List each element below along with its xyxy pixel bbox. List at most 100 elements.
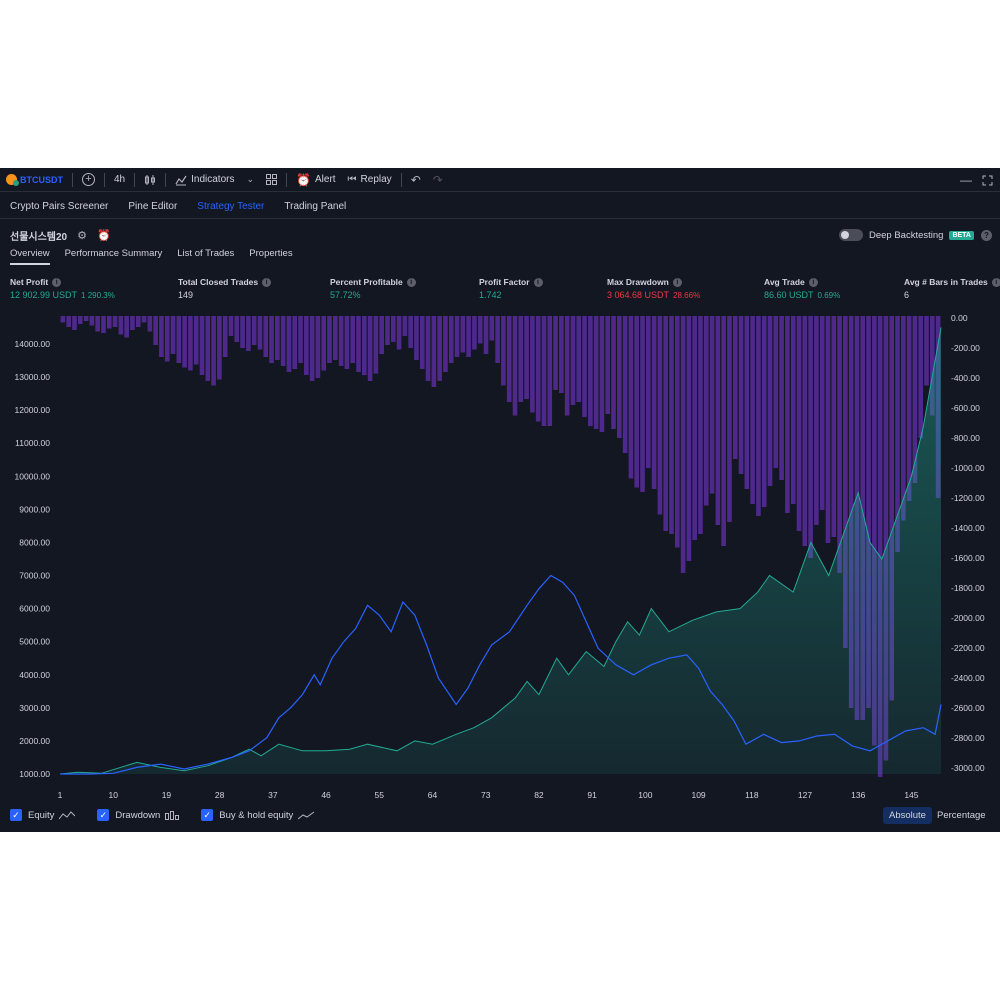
info-icon[interactable]: i <box>991 277 1000 287</box>
drawdown-bar <box>211 316 216 386</box>
drawdown-bar <box>738 316 744 474</box>
drawdown-bar <box>124 316 129 338</box>
info-icon[interactable]: i <box>406 277 416 287</box>
strategy-name: 선물시스템20 <box>10 231 68 243</box>
replay-icon: ⏮ <box>347 174 357 185</box>
drawdown-bar <box>333 316 338 360</box>
drawdown-bar <box>825 316 831 543</box>
x-tick-label: 136 <box>851 790 865 800</box>
info-icon[interactable]: i <box>52 277 62 287</box>
grid-icon <box>266 174 278 185</box>
alert-label: Alert <box>314 174 336 185</box>
equity-chart[interactable]: 14000.0013000.0012000.0011000.0010000.00… <box>0 308 1000 800</box>
symbol-selector[interactable]: BTCUSDT <box>0 168 69 192</box>
drawdown-bar <box>785 316 790 513</box>
alarm-add-icon[interactable]: ⏰ <box>97 229 111 242</box>
drawdown-bar <box>164 316 170 362</box>
tab-crypto-pairs-screener[interactable]: Crypto Pairs Screener <box>0 201 118 212</box>
drawdown-bar <box>304 316 309 375</box>
tab-performance-summary[interactable]: Performance Summary <box>65 248 163 265</box>
drawdown-bar <box>118 316 124 335</box>
chart-type-button[interactable] <box>138 168 162 192</box>
drawdown-bar <box>640 316 645 492</box>
metric-percent: 0.69% <box>817 291 841 300</box>
absolute-button[interactable]: Absolute <box>883 807 932 824</box>
undo-button[interactable]: ↶ <box>405 168 427 192</box>
info-icon[interactable]: i <box>672 277 682 287</box>
tab-overview[interactable]: Overview <box>10 248 50 265</box>
redo-button[interactable]: ↷ <box>427 168 449 192</box>
y-right-tick-label: -1600.00 <box>951 553 985 563</box>
maximize-icon <box>982 175 993 185</box>
drawdown-bar <box>924 316 929 386</box>
x-tick-label: 145 <box>904 790 918 800</box>
tab-pine-editor[interactable]: Pine Editor <box>118 201 187 212</box>
drawdown-bar <box>182 316 187 368</box>
drawdown-bar <box>95 316 100 332</box>
drawdown-bar <box>228 316 234 336</box>
strategy-header: 선물시스템20 ⚙ ⏰ <box>10 227 111 243</box>
x-tick-label: 109 <box>691 790 705 800</box>
metric-percent: 1 290.3% <box>81 291 115 300</box>
drawdown-bar <box>489 316 495 341</box>
help-icon[interactable]: ? <box>981 229 992 241</box>
drawdown-bar <box>414 316 419 360</box>
y-right-tick-label: -600.00 <box>951 403 980 413</box>
drawdown-bar <box>796 316 802 531</box>
info-icon[interactable]: i <box>262 277 272 287</box>
compare-button[interactable]: + <box>76 168 101 192</box>
legend-equity[interactable]: ✓ Equity <box>10 809 76 821</box>
drawdown-bar <box>808 316 813 558</box>
y-right-tick-label: 0.00 <box>951 313 968 323</box>
info-icon[interactable]: i <box>533 277 543 287</box>
drawdown-bar <box>674 316 680 548</box>
drawdown-bar <box>617 316 622 438</box>
metric-value: 12 902.99 USDT <box>10 290 78 300</box>
drawdown-bar <box>692 316 697 540</box>
alert-button[interactable]: ⏰ Alert <box>290 168 342 192</box>
y-left-tick-label: 3000.00 <box>19 703 50 713</box>
drawdown-bar <box>309 316 315 381</box>
drawdown-bar <box>344 316 350 369</box>
tab-list-of-trades[interactable]: List of Trades <box>177 248 234 265</box>
drawdown-bar <box>918 316 924 438</box>
replay-button[interactable]: ⏮ Replay <box>342 168 398 192</box>
minimize-panel-button[interactable]: — <box>960 168 972 192</box>
indicators-button[interactable]: Indicators <box>169 168 240 192</box>
drawdown-bar <box>101 316 106 333</box>
legend-drawdown[interactable]: ✓ Drawdown <box>97 809 180 821</box>
drawdown-bar <box>448 316 454 363</box>
legend-buy-hold[interactable]: ✓ Buy & hold equity <box>201 809 315 821</box>
y-right-tick-label: -2200.00 <box>951 643 985 653</box>
left-axis: 14000.00 13000.00 12000.00 11000.00 10000.00… <box>15 339 51 779</box>
drawdown-bar <box>686 316 692 561</box>
y-left-tick-label: 10000.00 <box>15 471 51 481</box>
bottom-panel-tabs: Crypto Pairs Screener Pine Editor Strate… <box>0 195 1000 219</box>
drawdown-bar <box>130 316 135 330</box>
deep-backtesting-toggle[interactable] <box>838 229 863 241</box>
drawdown-bar <box>669 316 674 534</box>
info-icon[interactable]: i <box>808 277 818 287</box>
drawdown-bar <box>501 316 506 386</box>
btc-logo-icon <box>6 174 19 186</box>
templates-button[interactable] <box>260 168 283 192</box>
settings-icon[interactable]: ⚙ <box>77 229 87 242</box>
tab-properties[interactable]: Properties <box>249 248 292 265</box>
tab-trading-panel[interactable]: Trading Panel <box>274 201 356 212</box>
drawdown-bar <box>506 316 512 402</box>
check-icon: ✓ <box>201 809 214 821</box>
drawdown-bar <box>460 316 466 353</box>
drawdown-bar <box>477 316 483 344</box>
tab-strategy-tester[interactable]: Strategy Tester <box>187 201 274 212</box>
drawdown-bar <box>205 316 211 381</box>
y-right-tick-label: -800.00 <box>951 433 980 443</box>
drawdown-bar <box>680 316 686 573</box>
interval-button[interactable]: 4h <box>108 168 131 192</box>
indicators-dropdown[interactable]: ⌄ <box>240 168 260 192</box>
drawdown-bar <box>779 316 784 480</box>
maximize-panel-button[interactable] <box>982 168 993 192</box>
y-left-tick-label: 5000.00 <box>19 637 50 647</box>
percentage-button[interactable]: Percentage <box>931 807 992 824</box>
drawdown-bar <box>466 316 471 357</box>
y-right-tick-label: -400.00 <box>951 373 980 383</box>
